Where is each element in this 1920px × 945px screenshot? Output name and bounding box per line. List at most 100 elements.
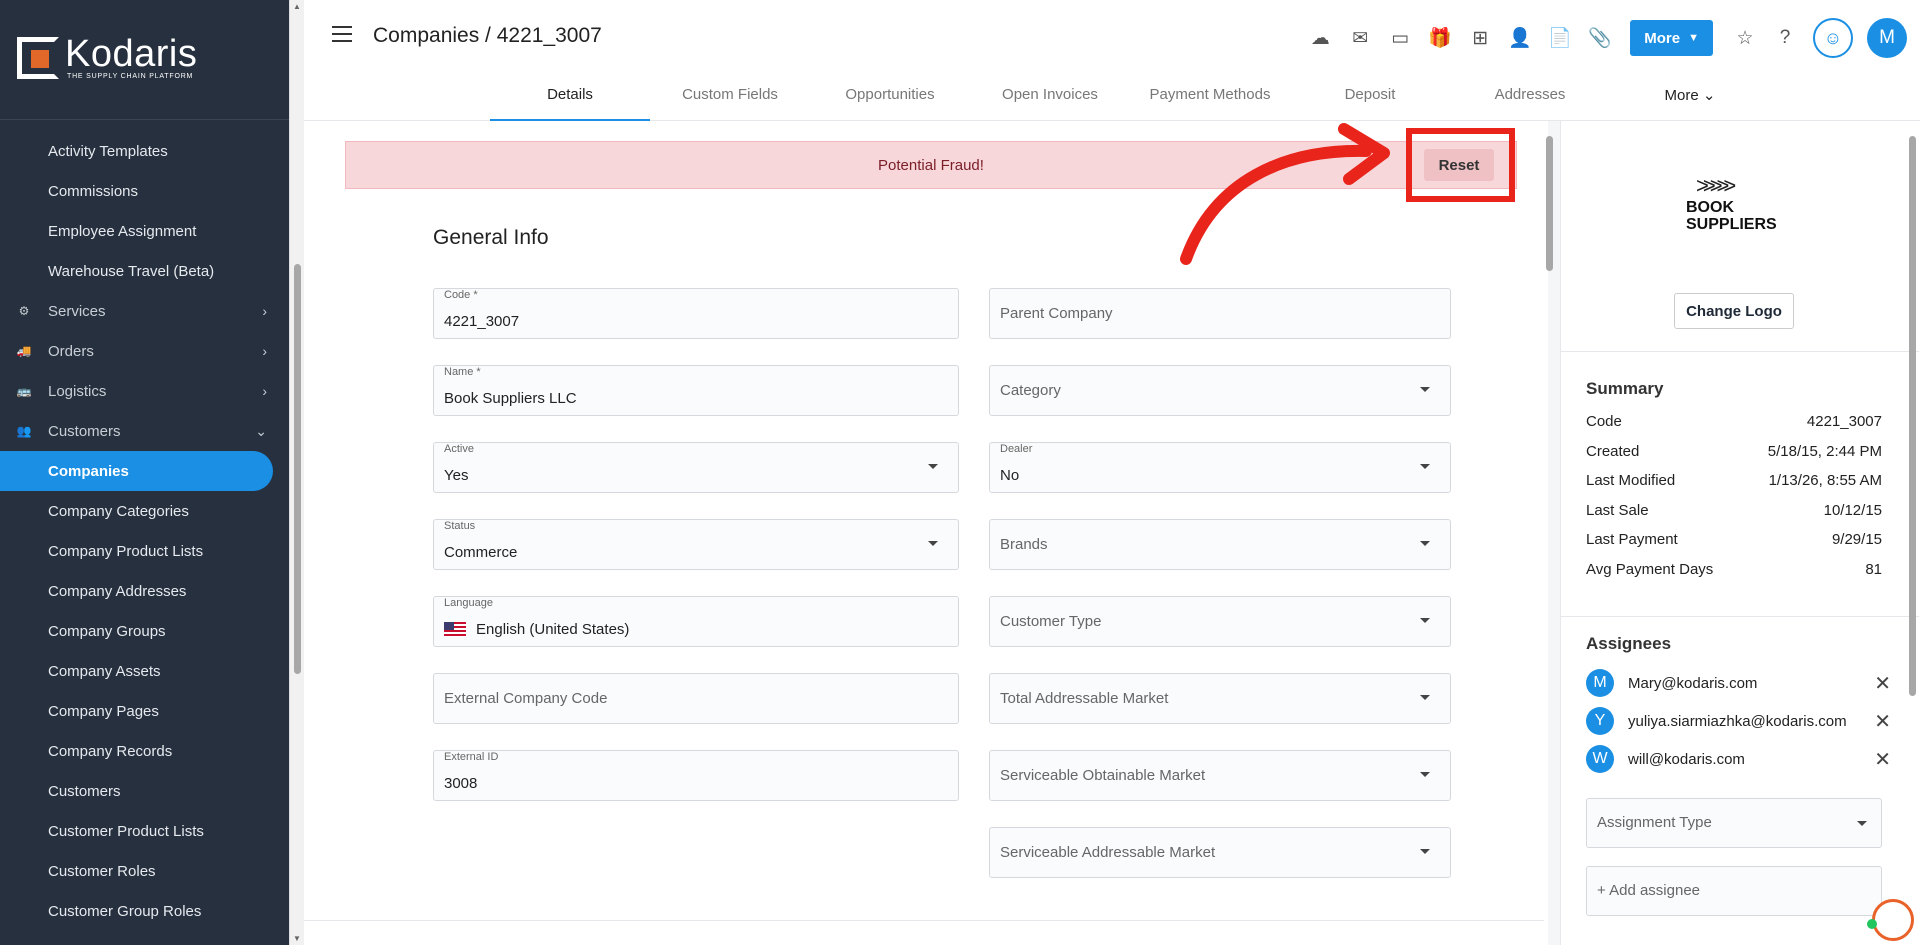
sidebar-item-warehouse-travel-beta[interactable]: Warehouse Travel (Beta) xyxy=(0,251,289,291)
tab-addresses[interactable]: Addresses xyxy=(1450,70,1610,121)
add-assignee-input[interactable]: + Add assignee xyxy=(1586,866,1882,916)
sidebar-item-label: Company Groups xyxy=(48,622,166,640)
attachment-icon[interactable]: 📎 xyxy=(1586,24,1614,52)
sidebar-item-logistics[interactable]: 🚌 Logistics › xyxy=(0,371,289,411)
tab-more[interactable]: More ⌄ xyxy=(1610,70,1770,121)
remove-assignee-icon[interactable]: ✕ xyxy=(1874,671,1891,696)
sidebar-item-company-product-lists[interactable]: Company Product Lists xyxy=(0,531,289,571)
field-value-text: Commerce xyxy=(444,544,518,561)
language-field[interactable]: Language English (United States) xyxy=(433,596,959,647)
field-placeholder: Serviceable Addressable Market xyxy=(1000,844,1216,861)
sidebar-scrollbar[interactable]: ▲ ▼ xyxy=(289,0,304,945)
summary-label: Last Payment xyxy=(1586,531,1678,549)
field-value: No xyxy=(1000,467,1019,484)
tab-payment-methods[interactable]: Payment Methods xyxy=(1130,70,1290,121)
status-select[interactable]: Status Commerce xyxy=(433,519,959,570)
chevron-right-icon: › xyxy=(262,383,267,399)
brand-tagline: THE SUPPLY CHAIN PLATFORM xyxy=(67,73,194,80)
sidebar-item-company-categories[interactable]: Company Categories xyxy=(0,491,289,531)
tab-label: Details xyxy=(547,86,593,103)
panel-scrollbar[interactable] xyxy=(1907,121,1919,945)
tab-deposit[interactable]: Deposit xyxy=(1290,70,1450,121)
sidebar-item-label: Warehouse Travel (Beta) xyxy=(48,262,215,280)
add-screen-icon[interactable]: ⊞ xyxy=(1466,24,1494,52)
panel-scroll-thumb[interactable] xyxy=(1909,136,1916,696)
serviceable-obtainable-market-select[interactable]: Serviceable Obtainable Market xyxy=(989,750,1451,801)
menu-icon[interactable] xyxy=(332,26,352,42)
sidebar-item-label: Company Categories xyxy=(48,502,189,520)
panel-divider xyxy=(1561,616,1919,617)
add-document-icon[interactable]: 📄 xyxy=(1546,24,1574,52)
tab-label: Opportunities xyxy=(845,86,935,103)
add-person-icon[interactable]: 👤 xyxy=(1506,24,1534,52)
summary-label: Last Modified xyxy=(1586,472,1676,490)
tab-details[interactable]: Details xyxy=(490,70,650,121)
main-scroll-thumb[interactable] xyxy=(1546,136,1553,271)
change-logo-button[interactable]: Change Logo xyxy=(1674,293,1794,329)
sidebar-nav: Activity Templates Commissions Employee As… xyxy=(0,131,289,931)
external-company-code-field[interactable]: External Company Code xyxy=(433,673,959,724)
scroll-up-icon[interactable]: ▲ xyxy=(293,2,301,11)
brands-select[interactable]: Brands xyxy=(989,519,1451,570)
customer-type-select[interactable]: Customer Type xyxy=(989,596,1451,647)
sidebar-item-services[interactable]: ⚙ Services › xyxy=(0,291,289,331)
parent-company-field[interactable]: Parent Company xyxy=(989,288,1451,339)
sidebar-item-customers[interactable]: Customers xyxy=(0,771,289,811)
sidebar-item-company-pages[interactable]: Company Pages xyxy=(0,691,289,731)
sidebar-item-employee-assignment[interactable]: Employee Assignment xyxy=(0,211,289,251)
assignee-avatar: M xyxy=(1586,669,1614,697)
help-icon[interactable]: ? xyxy=(1771,24,1799,52)
sidebar-item-customers[interactable]: 👥 Customers ⌄ xyxy=(0,411,289,451)
sidebar-item-label: Activity Templates xyxy=(48,142,168,160)
chevron-down-icon: ⌄ xyxy=(255,422,267,439)
sidebar-item-company-groups[interactable]: Company Groups xyxy=(0,611,289,651)
sidebar-item-customer-roles[interactable]: Customer Roles xyxy=(0,851,289,891)
dealer-select[interactable]: Dealer No xyxy=(989,442,1451,493)
serviceable-addressable-market-select[interactable]: Serviceable Addressable Market xyxy=(989,827,1451,878)
field-label: Active xyxy=(444,443,474,455)
code-field[interactable]: Code * 4221_3007 xyxy=(433,288,959,339)
sidebar-item-label: Customer Roles xyxy=(48,862,156,880)
user-avatar[interactable]: M xyxy=(1867,18,1907,58)
sidebar-item-company-assets[interactable]: Company Assets xyxy=(0,651,289,691)
field-placeholder: External Company Code xyxy=(444,690,608,707)
sidebar-scroll-thumb[interactable] xyxy=(294,264,301,674)
scroll-down-icon[interactable]: ▼ xyxy=(293,934,301,943)
sidebar-item-companies[interactable]: Companies xyxy=(0,451,273,491)
total-addressable-market-select[interactable]: Total Addressable Market xyxy=(989,673,1451,724)
sidebar-item-customer-group-roles[interactable]: Customer Group Roles xyxy=(0,891,289,931)
gift-icon[interactable]: 🎁 xyxy=(1426,24,1454,52)
assistant-bot-icon[interactable]: ☺ xyxy=(1813,18,1853,58)
sidebar-item-commissions[interactable]: Commissions xyxy=(0,171,289,211)
field-value: English (United States) xyxy=(444,621,629,638)
tab-open-invoices[interactable]: Open Invoices xyxy=(970,70,1130,121)
tab-custom-fields[interactable]: Custom Fields xyxy=(650,70,810,121)
field-value-text: 4221_3007 xyxy=(444,313,520,330)
tab-label: Addresses xyxy=(1494,86,1566,103)
dropdown-arrow-icon xyxy=(1420,387,1430,392)
sidebar-item-orders[interactable]: 🚚 Orders › xyxy=(0,331,289,371)
star-icon[interactable]: ☆ xyxy=(1731,24,1759,52)
sidebar-item-label: Company Addresses xyxy=(48,582,187,600)
external-id-field[interactable]: External ID 3008 xyxy=(433,750,959,801)
sidebar-item-activity-templates[interactable]: Activity Templates xyxy=(0,131,289,171)
sidebar-item-company-addresses[interactable]: Company Addresses xyxy=(0,571,289,611)
main-scrollbar[interactable] xyxy=(1544,121,1554,945)
kodaris-logo[interactable]: Kodaris THE SUPPLY CHAIN PLATFORM xyxy=(17,35,197,80)
sidebar-item-customer-product-lists[interactable]: Customer Product Lists xyxy=(0,811,289,851)
credit-card-icon[interactable]: ▭ xyxy=(1386,24,1414,52)
assignee-avatar: Y xyxy=(1586,707,1614,735)
active-select[interactable]: Active Yes xyxy=(433,442,959,493)
remove-assignee-icon[interactable]: ✕ xyxy=(1874,747,1891,772)
name-field[interactable]: Name * Book Suppliers LLC xyxy=(433,365,959,416)
more-button[interactable]: More ▼ xyxy=(1630,20,1713,56)
sidebar-item-label: Companies xyxy=(48,462,129,480)
chevron-down-icon: ▼ xyxy=(1688,32,1699,44)
tab-opportunities[interactable]: Opportunities xyxy=(810,70,970,121)
mail-icon[interactable]: ✉ xyxy=(1346,24,1374,52)
cloud-lock-icon[interactable]: ☁ xyxy=(1306,24,1334,52)
assignment-type-select[interactable]: Assignment Type xyxy=(1586,798,1882,848)
category-select[interactable]: Category xyxy=(989,365,1451,416)
remove-assignee-icon[interactable]: ✕ xyxy=(1874,709,1891,734)
sidebar-item-company-records[interactable]: Company Records xyxy=(0,731,289,771)
